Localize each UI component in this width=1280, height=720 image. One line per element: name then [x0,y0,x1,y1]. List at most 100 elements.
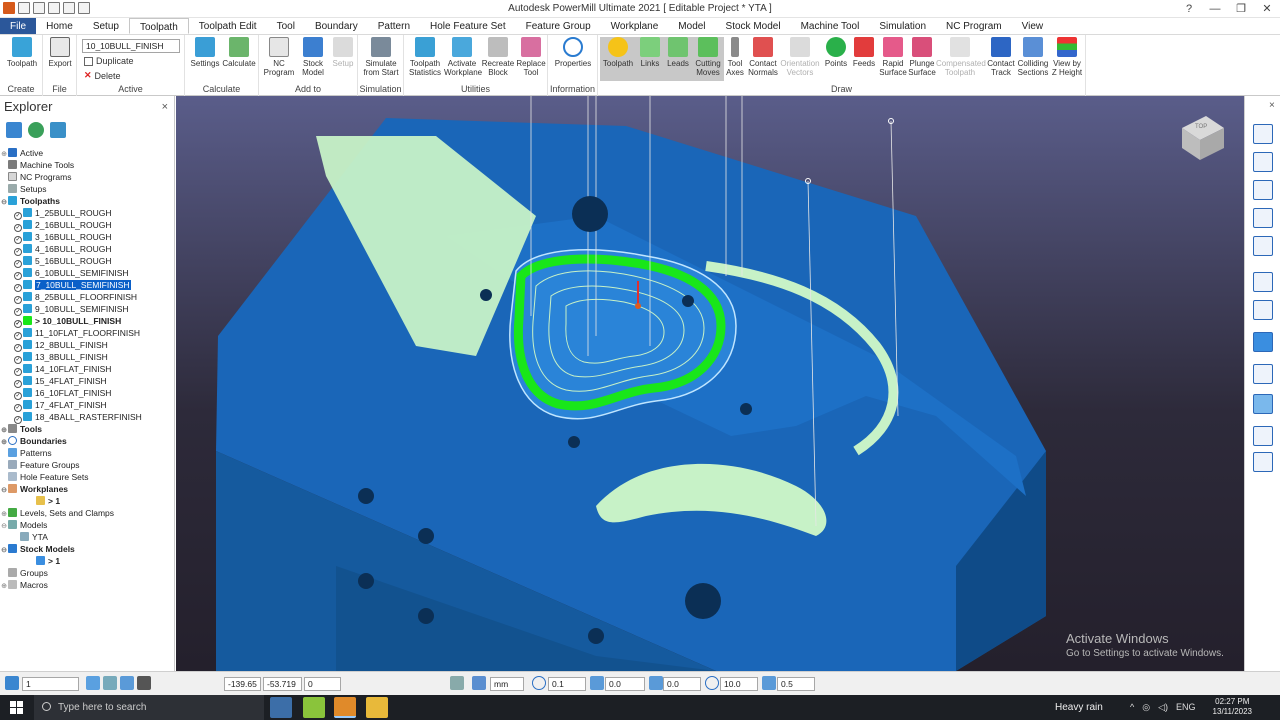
shaded-icon[interactable] [1253,332,1273,352]
toolpath-item[interactable]: ✓ 14_10FLAT_FINISH [0,363,174,376]
tab-tool[interactable]: Tool [267,18,305,34]
tab-simulation[interactable]: Simulation [869,18,936,34]
units-field[interactable]: mm [490,677,524,691]
ratio-field[interactable]: 0.5 [777,677,815,691]
clock[interactable]: 02:27 PM 13/11/2023 [1213,697,1252,717]
close-button[interactable]: ✕ [1254,0,1280,18]
tree-item-stock-models[interactable]: ⊖ Stock Models [0,543,174,555]
toolpath-item[interactable]: ✓ 5_16BULL_ROUGH [0,255,174,268]
draw-compensated-toolpath-toggle[interactable]: Compensated Toolpath [936,37,986,77]
tree-item-models[interactable]: ⊖ Models [0,519,174,531]
properties-button[interactable]: Properties [552,37,594,68]
explorer-tree-icon[interactable] [6,122,22,138]
calculator-app-icon[interactable] [270,697,292,718]
export-button[interactable]: Export [45,37,75,68]
draw-rapid-surface-toggle[interactable]: Rapid Surface [878,37,908,77]
tree-item-setups[interactable]: Setups [0,183,174,195]
network-icon[interactable]: ◎ [1142,695,1150,720]
minimize-button[interactable]: — [1202,0,1228,18]
settings-button[interactable]: Settings [188,37,222,68]
draw-links-toggle[interactable]: Links [636,37,664,81]
select-icon[interactable] [1253,426,1273,446]
tab-stock-model[interactable]: Stock Model [716,18,791,34]
draw-contact-track-toggle[interactable]: Contact Track [986,37,1016,77]
toolpath-item[interactable]: ✓ 16_10FLAT_FINISH [0,387,174,400]
tab-file[interactable]: File [0,18,37,34]
draw-cutting-moves-toggle[interactable]: Cutting Moves [692,37,724,81]
toolpath-item[interactable]: ✓ 11_10FLAT_FLOORFINISH [0,327,174,340]
replace-tool-button[interactable]: Replace Tool [515,37,547,77]
tab-view[interactable]: View [1012,18,1054,34]
draw-orientation-vectors-toggle[interactable]: Orientation Vectors [780,37,820,77]
toolpath-statistics-button[interactable]: Toolpath Statistics [406,37,444,77]
toolpath-item[interactable]: ✓ 13_8BULL_FINISH [0,351,174,364]
zoom-fit-icon[interactable] [1253,272,1273,292]
workplane-select[interactable]: 1 [22,677,79,691]
draw-leads-toggle[interactable]: Leads [664,37,692,81]
stock-model-button[interactable]: Stock Model [297,37,329,77]
graphics-viewport[interactable]: TOP Activate Windows Go to Settings to a… [176,96,1244,671]
activate-workplane-button[interactable]: Activate Workplane [444,37,482,77]
toolpath-item[interactable]: ✓ 7_10BULL_SEMIFINISH [0,279,174,292]
draw-feeds-toggle[interactable]: Feeds [850,37,878,68]
draw-plunge-surface-toggle[interactable]: Plunge Surface [908,37,936,77]
weather-widget[interactable]: Heavy rain [1055,695,1103,720]
tree-item-active[interactable]: ⊕ Active [0,147,174,159]
tree-item-hole-feature-sets[interactable]: Hole Feature Sets [0,471,174,483]
setup-button[interactable]: Setup [329,37,357,68]
zoom-box-icon[interactable] [1253,300,1273,320]
windows-start-icon[interactable] [10,701,23,714]
active-toolpath-select[interactable]: 10_10BULL_FINISH [82,39,180,53]
tree-item-toolpaths[interactable]: ⊖ Toolpaths [0,195,174,207]
toolpath-item[interactable]: ✓ 1_25BULL_ROUGH [0,207,174,220]
tab-toolpath[interactable]: Toolpath [128,18,189,34]
toolpath-item[interactable]: ✓ 12_8BULL_FINISH [0,339,174,352]
draw-view-by-z-height-toggle[interactable]: View by Z Height [1050,37,1084,77]
tab-machine-tool[interactable]: Machine Tool [791,18,870,34]
tree-item-groups[interactable]: Groups [0,567,174,579]
toolpath-item[interactable]: ✓ 17_4FLAT_FINISH [0,399,174,412]
toolpath-item[interactable]: ✓ 9_10BULL_SEMIFINISH [0,303,174,316]
grid-icon[interactable] [103,676,117,690]
simulate-from-start-button[interactable]: Simulate from Start [361,37,401,77]
tree-item-workplane-1[interactable]: > 1 [0,495,174,507]
axial-thickness-field[interactable]: 0.0 [663,677,701,691]
wireframe-icon[interactable] [1253,364,1273,384]
volume-icon[interactable]: ◁) [1158,695,1168,720]
toolpath-item[interactable]: ✓ > 10_10BULL_FINISH [0,315,174,328]
tab-toolpath-edit[interactable]: Toolpath Edit [189,18,267,34]
tab-setup[interactable]: Setup [83,18,129,34]
language-indicator[interactable]: ENG [1176,695,1196,720]
thickness-field[interactable]: 0.0 [605,677,645,691]
toolpath-item[interactable]: ✓ 15_4FLAT_FINISH [0,375,174,388]
pointer-icon[interactable] [1253,452,1273,472]
tree-item-boundaries[interactable]: ⊕ Boundaries [0,435,174,447]
trash-icon[interactable] [50,122,66,138]
powermill-app-icon[interactable] [334,697,356,718]
tab-pattern[interactable]: Pattern [368,18,420,34]
tree-item-feature-groups[interactable]: Feature Groups [0,459,174,471]
draw-toolpath-toggle[interactable]: Toolpath [600,37,636,81]
file-explorer-icon[interactable] [366,697,388,718]
delete-button[interactable]: ✕ Delete [84,70,121,81]
cube-view-icon[interactable] [1253,180,1273,200]
toolpath-item[interactable]: ✓ 3_16BULL_ROUGH [0,231,174,244]
tree-item-nc-programs[interactable]: NC Programs [0,171,174,183]
stepover-field[interactable]: 10.0 [720,677,758,691]
tab-workplane[interactable]: Workplane [601,18,669,34]
calculate-button[interactable]: Calculate [221,37,257,68]
tolerance-field[interactable]: 0.1 [548,677,586,691]
tree-item-model-yta[interactable]: YTA [0,531,174,543]
calculator-icon[interactable] [450,676,464,690]
taskbar-search[interactable]: Type here to search [34,695,264,720]
zoom-icon[interactable] [1253,208,1273,228]
iso-view-icon[interactable] [1253,124,1273,144]
toolpath-item[interactable]: ✓ 4_16BULL_ROUGH [0,243,174,256]
draw-tool-axes-toggle[interactable]: Tool Axes [724,37,746,77]
rotate-view-icon[interactable] [1253,236,1273,256]
tray-chevron-icon[interactable]: ^ [1130,695,1134,720]
lock-icon[interactable] [137,676,151,690]
view-cube[interactable] [1182,116,1224,160]
tab-model[interactable]: Model [668,18,715,34]
tree-item-patterns[interactable]: Patterns [0,447,174,459]
